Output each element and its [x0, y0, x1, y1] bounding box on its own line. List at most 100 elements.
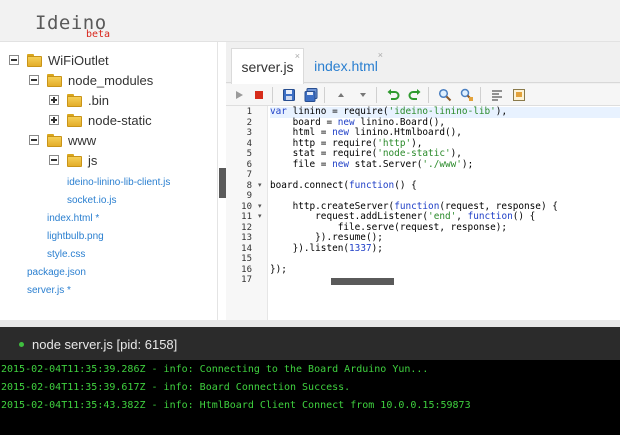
- line-number: 4: [246, 138, 252, 149]
- tree-file[interactable]: socket.io.js: [67, 190, 116, 210]
- folder-icon: [67, 93, 82, 107]
- tree-folder-label: node-static: [88, 112, 152, 128]
- undo-icon[interactable]: [386, 88, 400, 102]
- tree-folder-node-static[interactable]: node-static: [49, 110, 152, 130]
- tab-label: index.html: [314, 58, 378, 74]
- tree-folder-label: js: [88, 152, 98, 168]
- collapse-toggle-icon[interactable]: [9, 55, 19, 65]
- toolbar-separator: [272, 87, 273, 103]
- replace-icon[interactable]: [460, 88, 474, 102]
- code-line[interactable]: request.addListener('end', function() {: [270, 211, 535, 223]
- tree-file-label[interactable]: ideino-linino-lib-client.js: [67, 177, 170, 188]
- code-line[interactable]: });: [270, 264, 287, 276]
- code-text-area[interactable]: 1 2 3 4 5 6 7 8 ▾ 9 10 ▾ 11 ▾ 12 13 14 15 16 17 var linino …: [226, 106, 620, 320]
- code-line[interactable]: html = new linino.Htmlboard(),: [270, 127, 462, 139]
- tree-file-label[interactable]: lightbulb.png: [47, 231, 104, 242]
- tree-file[interactable]: style.css: [47, 244, 85, 264]
- fold-toggle-icon[interactable]: ▾: [258, 181, 262, 189]
- code-line[interactable]: }).listen(1337);: [270, 243, 383, 255]
- tree-folder-label: node_modules: [68, 72, 154, 88]
- line-number: 6: [246, 159, 252, 170]
- tab-server-js[interactable]: server.js ×: [231, 48, 304, 84]
- console-output: 2015-02-04T11:35:39.286Z - info: Connect…: [0, 360, 620, 435]
- comment-icon[interactable]: [512, 88, 526, 102]
- fold-toggle-icon[interactable]: ▾: [258, 212, 262, 220]
- code-line[interactable]: var linino = require('ideino-linino-lib'…: [270, 106, 620, 118]
- line-number: 13: [241, 233, 252, 243]
- close-icon[interactable]: ×: [378, 50, 383, 60]
- tree-folder-label: WiFiOutlet: [48, 52, 109, 68]
- editor-toolbar: [226, 84, 620, 106]
- move-up-icon[interactable]: [334, 88, 348, 102]
- editor-horizontal-scrollbar[interactable]: [331, 278, 394, 285]
- line-number: 14: [241, 243, 252, 254]
- line-number: 1: [246, 107, 252, 117]
- tree-folder-label: .bin: [88, 92, 109, 108]
- code-line[interactable]: board.connect(function() {: [270, 180, 417, 192]
- line-number: 8: [246, 180, 252, 191]
- line-number: 12: [241, 222, 252, 233]
- tree-file[interactable]: index.html *: [47, 208, 99, 228]
- line-number: 16: [241, 264, 252, 275]
- code-line[interactable]: file = new stat.Server('./www');: [270, 159, 474, 171]
- format-icon[interactable]: [490, 88, 504, 102]
- line-number: 11: [241, 212, 252, 222]
- console-resize-strip[interactable]: [0, 320, 620, 327]
- tree-file[interactable]: ideino-linino-lib-client.js: [67, 172, 170, 192]
- tree-file-label[interactable]: index.html *: [47, 213, 99, 224]
- console-log-line: 2015-02-04T11:35:39.286Z - info: Connect…: [1, 364, 429, 375]
- toolbar-separator: [376, 87, 377, 103]
- tree-file[interactable]: package.json: [27, 262, 86, 282]
- line-number: 9: [246, 191, 252, 201]
- save-icon[interactable]: [282, 88, 296, 102]
- tree-folder-www[interactable]: www: [29, 130, 96, 150]
- tree-folder-js[interactable]: js: [49, 150, 97, 170]
- tree-file-label[interactable]: socket.io.js: [67, 195, 116, 206]
- redo-icon[interactable]: [408, 88, 422, 102]
- process-running-icon: [19, 342, 24, 347]
- search-icon[interactable]: [438, 88, 452, 102]
- fold-toggle-icon[interactable]: ▾: [258, 202, 262, 210]
- collapse-toggle-icon[interactable]: [49, 155, 59, 165]
- run-icon[interactable]: [232, 88, 246, 102]
- tree-file[interactable]: lightbulb.png: [47, 226, 104, 246]
- file-tree: WiFiOutlet node_modules .bin node-static…: [0, 42, 218, 320]
- pane-splitter-handle[interactable]: [219, 168, 226, 198]
- line-number: 15: [241, 254, 252, 264]
- folder-icon: [47, 73, 62, 87]
- close-icon[interactable]: ×: [295, 51, 300, 61]
- line-number: 5: [246, 149, 252, 159]
- tree-folder-label: www: [68, 132, 97, 148]
- tab-label: server.js: [241, 58, 294, 75]
- expand-toggle-icon[interactable]: [49, 115, 59, 125]
- tree-folder-bin[interactable]: .bin: [49, 90, 109, 110]
- expand-toggle-icon[interactable]: [49, 95, 59, 105]
- app-header: Ideino beta: [0, 0, 620, 42]
- folder-icon: [47, 133, 62, 147]
- tree-file[interactable]: server.js *: [27, 280, 71, 300]
- line-number: 2: [246, 117, 252, 128]
- folder-icon: [67, 153, 82, 167]
- folder-icon: [27, 53, 42, 67]
- tree-file-label[interactable]: style.css: [47, 249, 85, 260]
- beta-badge: beta: [86, 29, 111, 40]
- collapse-toggle-icon[interactable]: [29, 135, 39, 145]
- collapse-toggle-icon[interactable]: [29, 75, 39, 85]
- code-editor: server.js × index.html × 1 2 3 4 5 6 7 8 ▾ 9 10 ▾ 11…: [226, 42, 620, 320]
- tree-folder-root[interactable]: WiFiOutlet: [9, 50, 109, 70]
- folder-icon: [67, 113, 82, 127]
- line-number: 10: [241, 201, 252, 212]
- tree-file-label[interactable]: server.js *: [27, 285, 71, 296]
- tree-file-label[interactable]: package.json: [27, 267, 86, 278]
- toolbar-separator: [428, 87, 429, 103]
- tab-index-html[interactable]: index.html ×: [306, 48, 386, 84]
- console-log-line: 2015-02-04T11:35:39.617Z - info: Board C…: [1, 382, 351, 393]
- move-down-icon[interactable]: [356, 88, 370, 102]
- console-process-title: node server.js [pid: 6158]: [32, 337, 178, 352]
- line-number: 7: [246, 170, 252, 180]
- stop-icon[interactable]: [252, 88, 266, 102]
- toolbar-separator: [480, 87, 481, 103]
- save-all-icon[interactable]: [304, 88, 318, 102]
- line-number-gutter: 1 2 3 4 5 6 7 8 ▾ 9 10 ▾ 11 ▾ 12 13 14 15 16 17: [226, 106, 268, 320]
- tree-folder-node-modules[interactable]: node_modules: [29, 70, 153, 90]
